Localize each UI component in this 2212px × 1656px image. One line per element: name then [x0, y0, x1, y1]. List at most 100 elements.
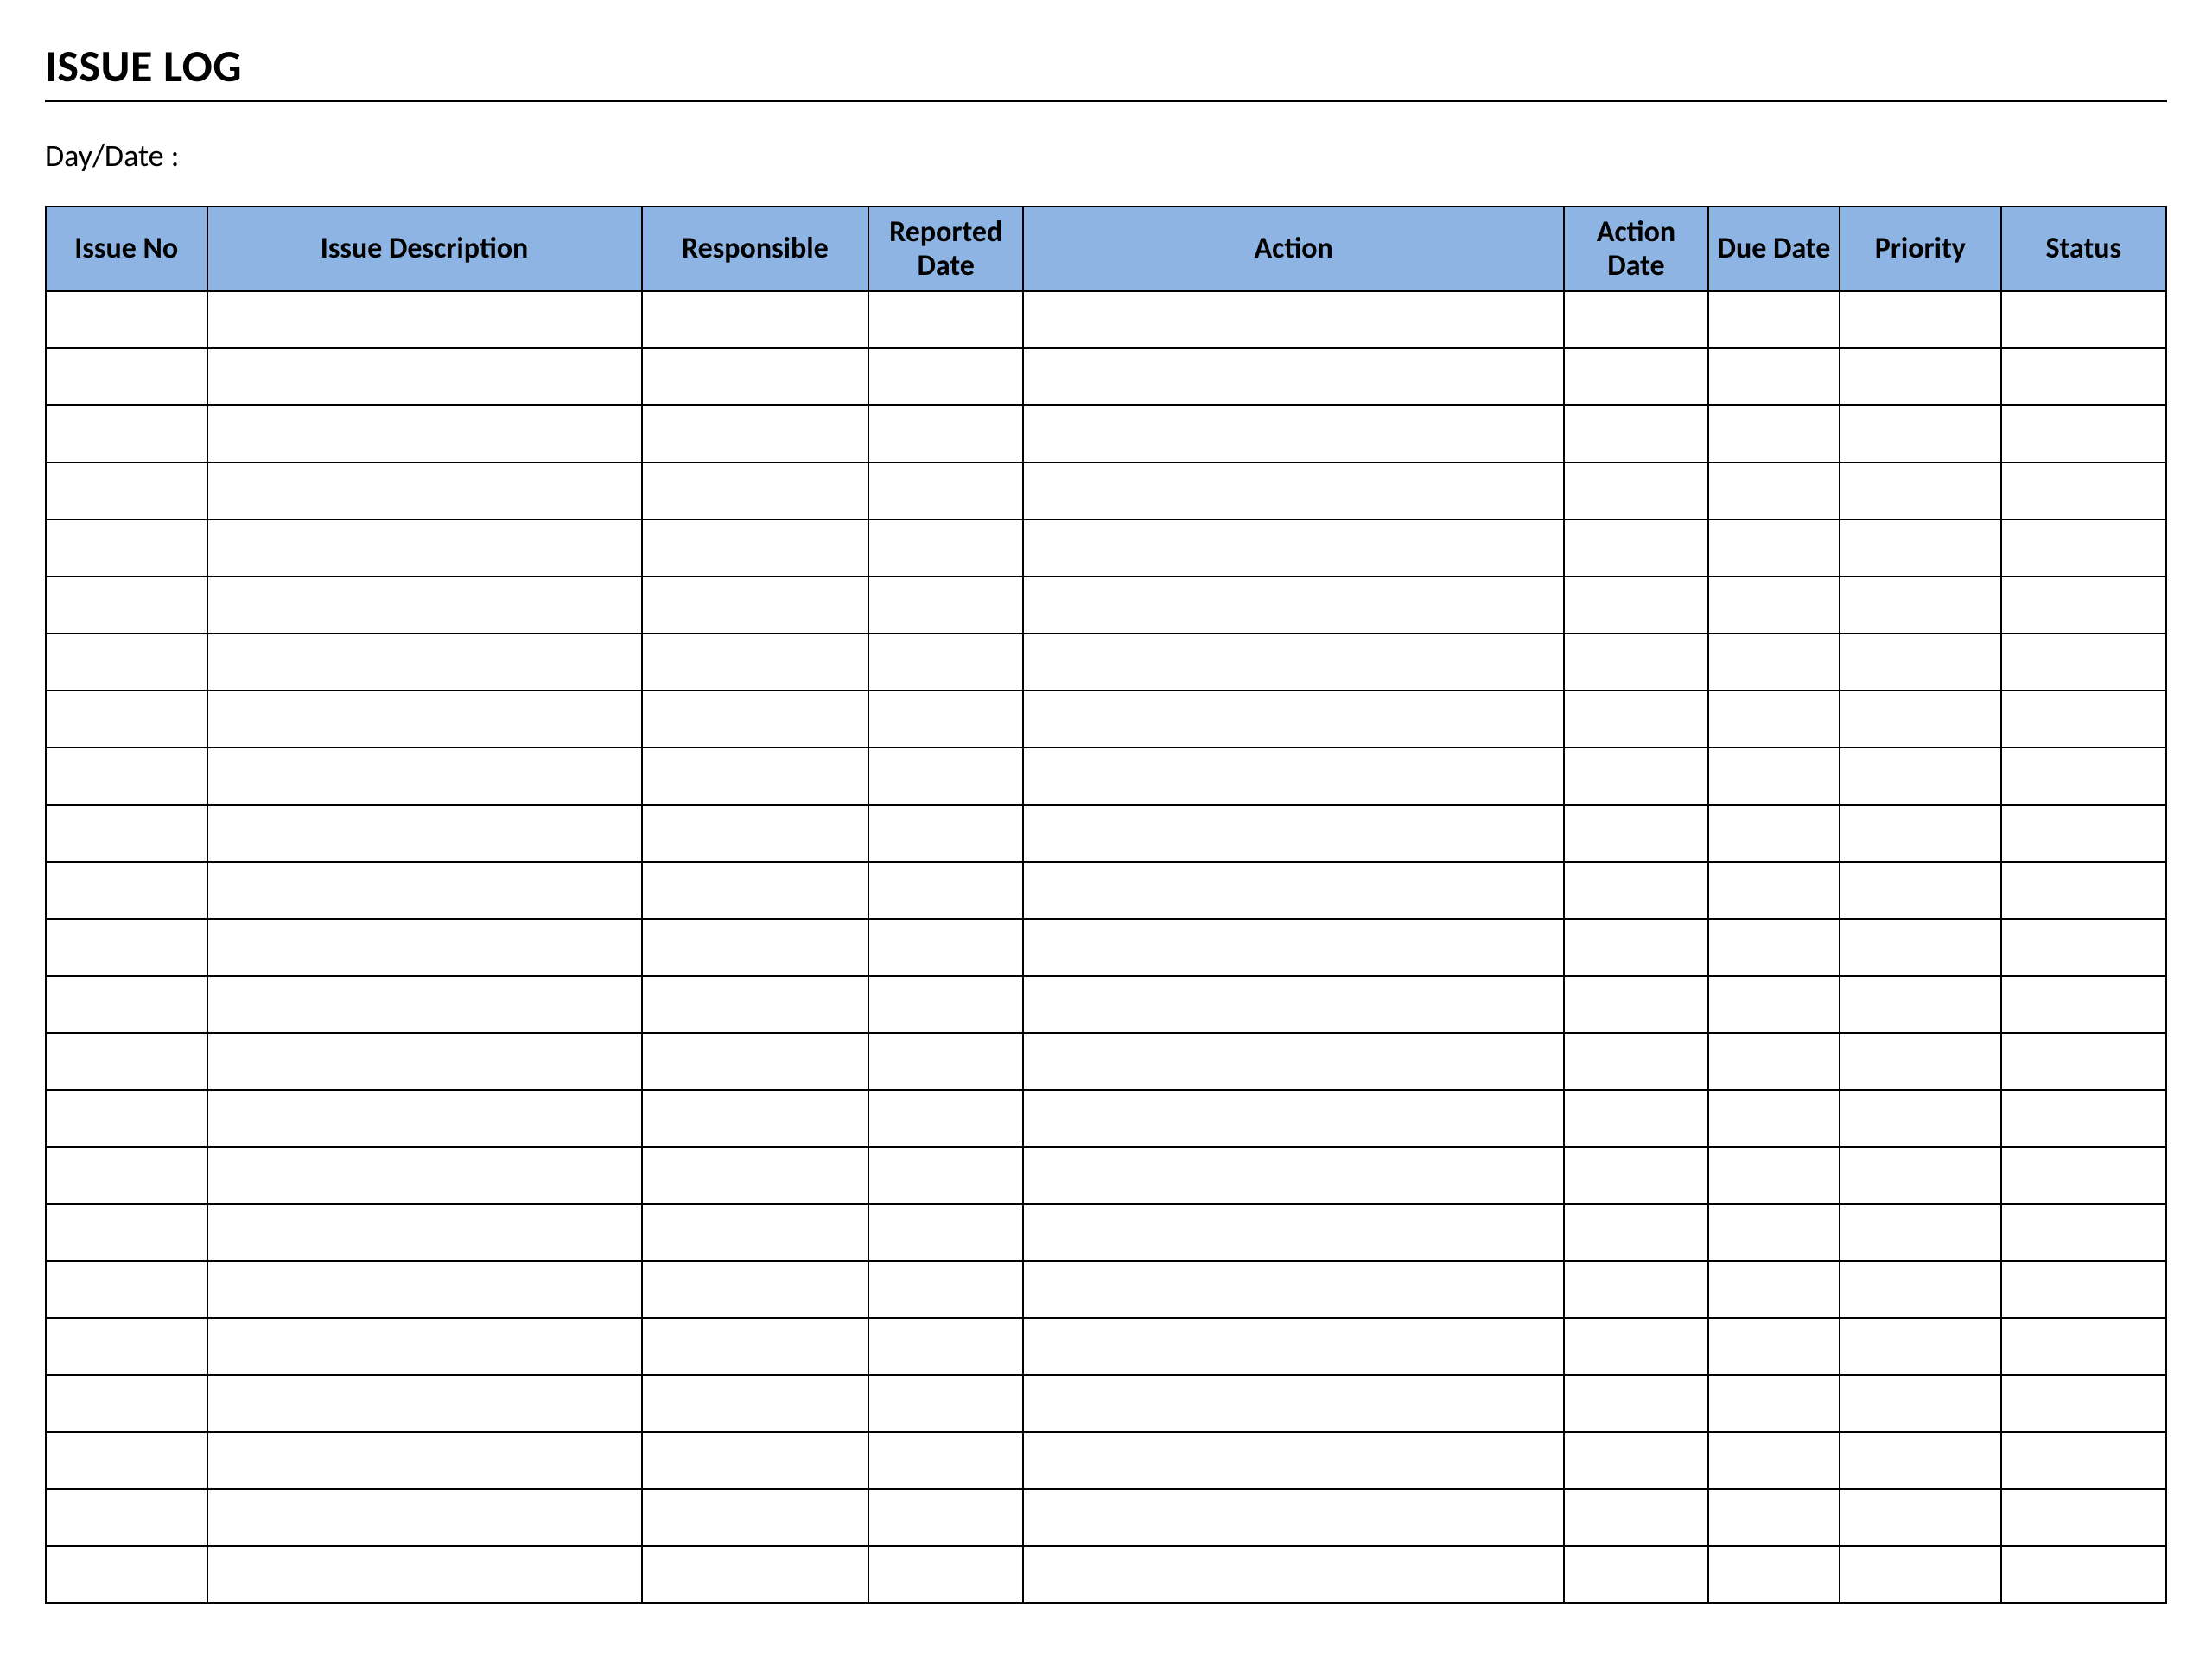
- table-cell[interactable]: [868, 291, 1023, 348]
- table-cell[interactable]: [1708, 1261, 1840, 1318]
- table-cell[interactable]: [1840, 1546, 2001, 1603]
- table-cell[interactable]: [1564, 1204, 1708, 1261]
- table-cell[interactable]: [868, 1432, 1023, 1489]
- table-cell[interactable]: [2001, 862, 2166, 919]
- table-cell[interactable]: [1840, 1147, 2001, 1204]
- table-cell[interactable]: [642, 634, 869, 691]
- table-cell[interactable]: [868, 1375, 1023, 1432]
- table-cell[interactable]: [1840, 405, 2001, 462]
- table-cell[interactable]: [207, 1204, 642, 1261]
- table-cell[interactable]: [1708, 519, 1840, 576]
- table-cell[interactable]: [1023, 1204, 1564, 1261]
- table-cell[interactable]: [1023, 519, 1564, 576]
- table-cell[interactable]: [642, 1318, 869, 1375]
- table-cell[interactable]: [1708, 1489, 1840, 1546]
- table-cell[interactable]: [642, 1489, 869, 1546]
- table-cell[interactable]: [642, 805, 869, 862]
- table-cell[interactable]: [207, 748, 642, 805]
- table-cell[interactable]: [207, 291, 642, 348]
- table-cell[interactable]: [868, 1147, 1023, 1204]
- table-cell[interactable]: [642, 1375, 869, 1432]
- table-cell[interactable]: [2001, 405, 2166, 462]
- table-cell[interactable]: [46, 462, 207, 519]
- table-cell[interactable]: [207, 1261, 642, 1318]
- table-cell[interactable]: [1708, 1033, 1840, 1090]
- table-cell[interactable]: [2001, 1147, 2166, 1204]
- table-cell[interactable]: [1708, 748, 1840, 805]
- table-cell[interactable]: [1708, 634, 1840, 691]
- table-cell[interactable]: [1023, 576, 1564, 634]
- table-cell[interactable]: [2001, 1033, 2166, 1090]
- table-cell[interactable]: [1023, 805, 1564, 862]
- table-cell[interactable]: [46, 519, 207, 576]
- table-cell[interactable]: [1023, 348, 1564, 405]
- table-cell[interactable]: [1840, 1090, 2001, 1147]
- table-cell[interactable]: [46, 1147, 207, 1204]
- table-cell[interactable]: [207, 576, 642, 634]
- table-cell[interactable]: [1840, 1375, 2001, 1432]
- table-cell[interactable]: [642, 1033, 869, 1090]
- table-cell[interactable]: [1708, 1204, 1840, 1261]
- table-cell[interactable]: [868, 976, 1023, 1033]
- table-cell[interactable]: [1840, 1432, 2001, 1489]
- table-cell[interactable]: [1564, 348, 1708, 405]
- table-cell[interactable]: [2001, 291, 2166, 348]
- table-cell[interactable]: [2001, 519, 2166, 576]
- table-cell[interactable]: [207, 348, 642, 405]
- table-cell[interactable]: [2001, 348, 2166, 405]
- table-cell[interactable]: [642, 1204, 869, 1261]
- table-cell[interactable]: [868, 462, 1023, 519]
- table-cell[interactable]: [1564, 862, 1708, 919]
- table-cell[interactable]: [868, 1489, 1023, 1546]
- table-cell[interactable]: [1708, 1090, 1840, 1147]
- table-cell[interactable]: [1564, 805, 1708, 862]
- table-cell[interactable]: [46, 1261, 207, 1318]
- table-cell[interactable]: [1840, 462, 2001, 519]
- table-cell[interactable]: [868, 1261, 1023, 1318]
- table-cell[interactable]: [1023, 405, 1564, 462]
- table-cell[interactable]: [46, 919, 207, 976]
- table-cell[interactable]: [1708, 862, 1840, 919]
- table-cell[interactable]: [868, 805, 1023, 862]
- table-cell[interactable]: [2001, 462, 2166, 519]
- table-cell[interactable]: [46, 576, 207, 634]
- table-cell[interactable]: [1564, 1147, 1708, 1204]
- table-cell[interactable]: [46, 1090, 207, 1147]
- table-cell[interactable]: [1564, 976, 1708, 1033]
- table-cell[interactable]: [1708, 805, 1840, 862]
- table-cell[interactable]: [1840, 1261, 2001, 1318]
- table-cell[interactable]: [207, 519, 642, 576]
- table-cell[interactable]: [1023, 634, 1564, 691]
- table-cell[interactable]: [46, 1033, 207, 1090]
- table-cell[interactable]: [1840, 1033, 2001, 1090]
- table-cell[interactable]: [642, 348, 869, 405]
- table-cell[interactable]: [1564, 1090, 1708, 1147]
- table-cell[interactable]: [2001, 1204, 2166, 1261]
- table-cell[interactable]: [207, 1546, 642, 1603]
- table-cell[interactable]: [868, 576, 1023, 634]
- table-cell[interactable]: [2001, 748, 2166, 805]
- table-cell[interactable]: [1840, 805, 2001, 862]
- table-cell[interactable]: [642, 1432, 869, 1489]
- table-cell[interactable]: [1023, 1318, 1564, 1375]
- table-cell[interactable]: [207, 691, 642, 748]
- table-cell[interactable]: [1708, 348, 1840, 405]
- table-cell[interactable]: [642, 976, 869, 1033]
- table-cell[interactable]: [207, 862, 642, 919]
- table-cell[interactable]: [207, 976, 642, 1033]
- table-cell[interactable]: [642, 748, 869, 805]
- table-cell[interactable]: [868, 348, 1023, 405]
- table-cell[interactable]: [2001, 1432, 2166, 1489]
- table-cell[interactable]: [46, 1546, 207, 1603]
- table-cell[interactable]: [1564, 919, 1708, 976]
- table-cell[interactable]: [46, 1204, 207, 1261]
- table-cell[interactable]: [1840, 519, 2001, 576]
- table-cell[interactable]: [868, 1033, 1023, 1090]
- table-cell[interactable]: [642, 519, 869, 576]
- table-cell[interactable]: [1708, 1147, 1840, 1204]
- table-cell[interactable]: [642, 862, 869, 919]
- table-cell[interactable]: [207, 805, 642, 862]
- table-cell[interactable]: [2001, 1261, 2166, 1318]
- table-cell[interactable]: [1564, 1546, 1708, 1603]
- table-cell[interactable]: [1023, 1033, 1564, 1090]
